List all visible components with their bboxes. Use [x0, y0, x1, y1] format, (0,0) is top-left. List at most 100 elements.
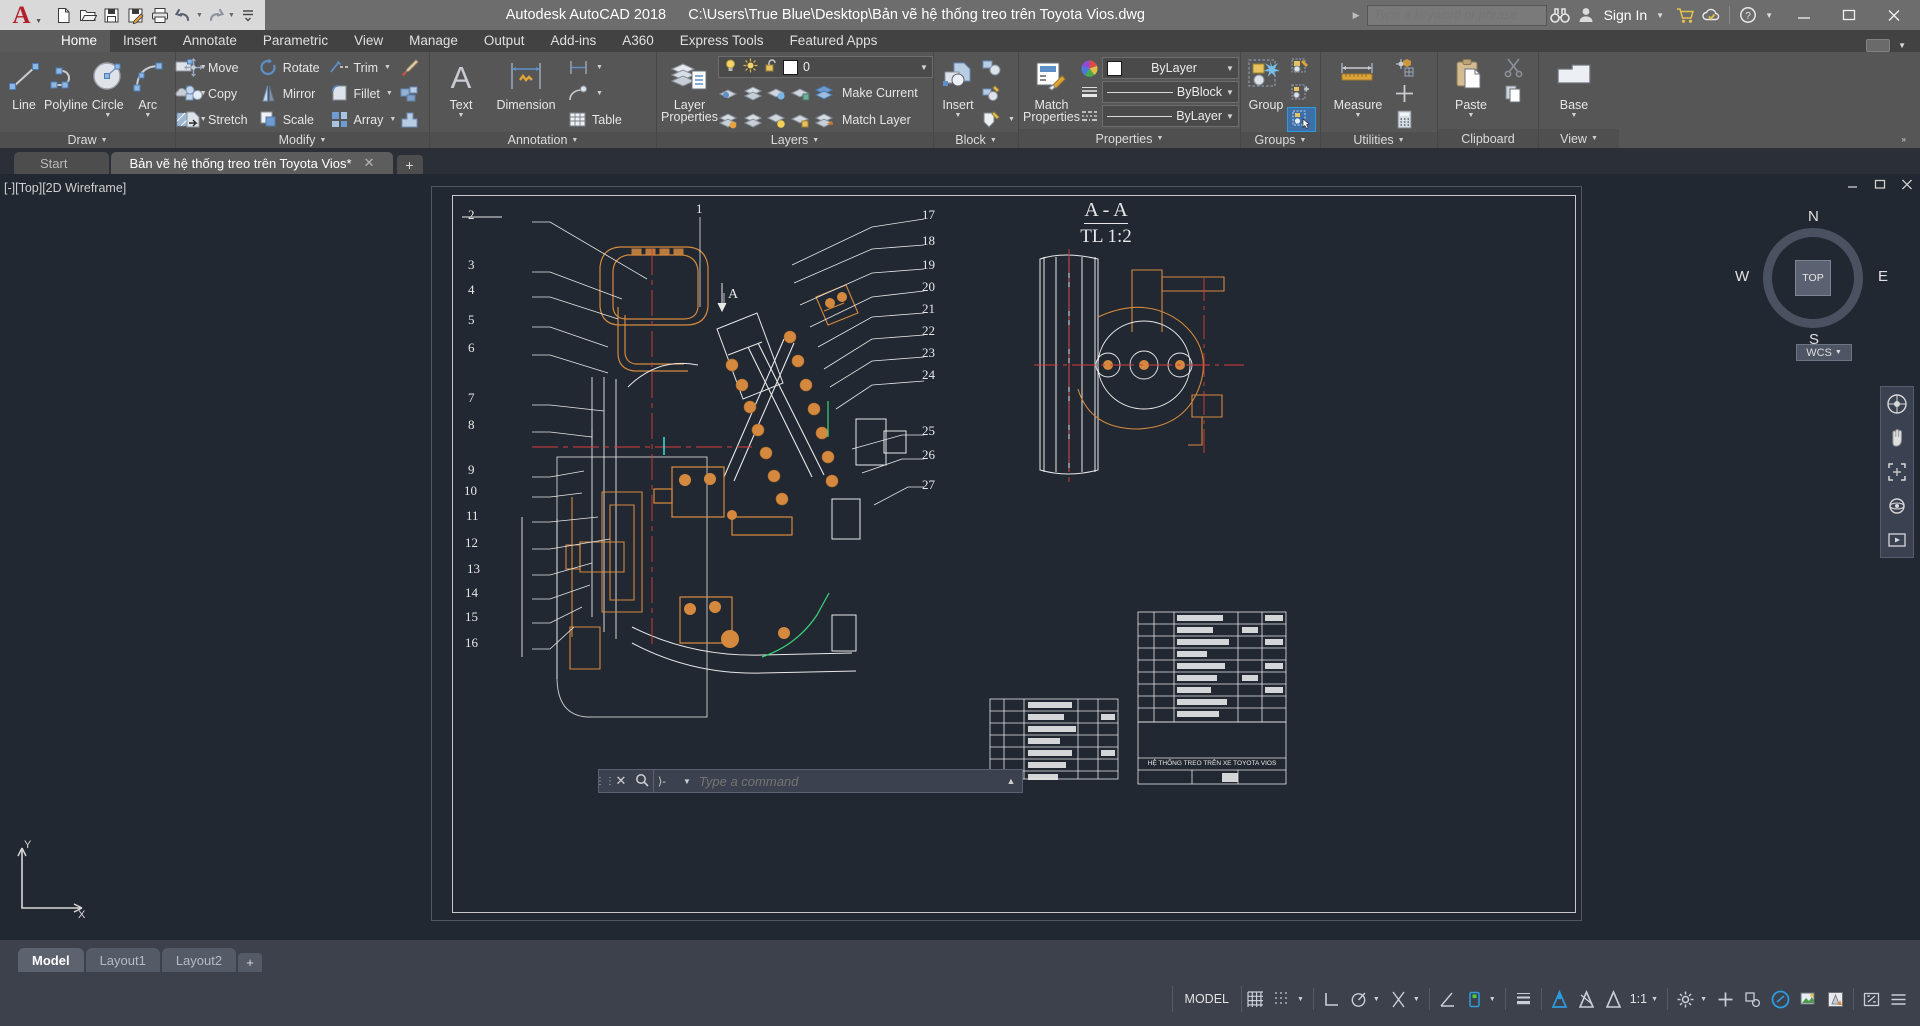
document-tab-start[interactable]: Start	[14, 152, 110, 174]
sun-freeze-icon[interactable]	[743, 58, 758, 76]
panel-title-block[interactable]: Block ▼	[934, 132, 1018, 148]
annotation-scale-chevron-down-icon[interactable]: ▼	[1650, 996, 1663, 1003]
lightbulb-icon[interactable]	[723, 58, 738, 76]
new-document-tab-button[interactable]: +	[396, 155, 423, 174]
ribbon-tab-home[interactable]: Home	[48, 30, 111, 52]
help-icon[interactable]: ?	[1735, 2, 1761, 28]
layer-color-swatch[interactable]	[782, 59, 798, 75]
group-edit-button[interactable]	[1287, 81, 1316, 106]
base-view-button[interactable]: Base ▼	[1543, 55, 1605, 129]
panel-block-chevron-down-icon[interactable]: ▼	[990, 137, 997, 144]
command-input[interactable]	[694, 773, 1000, 789]
ribbon-tab-annotate[interactable]: Annotate	[170, 30, 250, 52]
object-snap-chevron-down-icon[interactable]: ▼	[1412, 996, 1425, 1003]
lineweight-combo[interactable]: ByBlock ▼	[1101, 81, 1239, 103]
hardware-acceleration-button[interactable]	[1739, 984, 1766, 1014]
quick-calc-id-point-button[interactable]	[1391, 55, 1418, 80]
ortho-mode-toggle[interactable]	[1318, 984, 1345, 1014]
model-space-button[interactable]: MODEL	[1171, 986, 1242, 1012]
command-line-grip-icon[interactable]: ⋮⋮	[595, 770, 615, 792]
vp-minimize-icon[interactable]	[1847, 179, 1860, 193]
modify-erase-button[interactable]	[396, 55, 426, 80]
modify-trim-chevron-down-icon[interactable]: ▼	[384, 64, 391, 71]
block-attribute-chevron-down-icon[interactable]: ▼	[1008, 116, 1015, 123]
modify-move-button[interactable]: Move	[180, 55, 255, 80]
draw-line-button[interactable]: Line	[4, 55, 44, 132]
zoom-extents-icon[interactable]	[1884, 459, 1910, 485]
annotation-dim-linear-button[interactable]: ▼	[564, 55, 636, 80]
command-line-close-icon[interactable]: ✕	[611, 773, 631, 789]
snap-mode-chevron-down-icon[interactable]: ▼	[1296, 996, 1309, 1003]
new-layout-button[interactable]: +	[238, 953, 263, 972]
linetype-chevron-down-icon[interactable]: ▼	[1226, 112, 1234, 121]
match-layer-button[interactable]: Match Layer	[838, 107, 914, 132]
drawing-sheet[interactable]: HỆ THỐNG TREO TRÊN XE TOYOTA VIOS A - A …	[431, 186, 1582, 921]
polar-tracking-toggle[interactable]	[1345, 984, 1372, 1014]
layer-delete-icon[interactable]	[766, 109, 788, 131]
view-cube-west-label[interactable]: W	[1735, 268, 1749, 285]
object-snap-toggle[interactable]	[1385, 984, 1412, 1014]
cut-button[interactable]	[1500, 55, 1527, 80]
layer-off-icon[interactable]	[718, 109, 740, 131]
measure-chevron-down-icon[interactable]: ▼	[1355, 112, 1362, 119]
polar-tracking-chevron-down-icon[interactable]: ▼	[1372, 996, 1385, 1003]
lineweight-display-toggle[interactable]	[1510, 984, 1537, 1014]
draw-polyline-button[interactable]: Polyline	[44, 55, 88, 132]
customize-qat-icon[interactable]	[236, 4, 259, 27]
panel-properties-chevron-down-icon[interactable]: ▼	[1157, 135, 1164, 142]
modify-stretch-button[interactable]: Stretch	[180, 107, 255, 132]
infocenter-expand-icon[interactable]: ▶	[1346, 10, 1367, 21]
modify-fillet-chevron-down-icon[interactable]: ▼	[386, 90, 393, 97]
measure-button[interactable]: Measure ▼	[1325, 55, 1391, 132]
ribbon-minimize-chevron-icon[interactable]: ▼	[1894, 41, 1914, 50]
layer-unisolate-icon[interactable]	[742, 82, 764, 104]
annotation-table-button[interactable]: Table	[564, 107, 636, 132]
id-point-button[interactable]	[1391, 81, 1418, 106]
lineweight-chevron-down-icon[interactable]: ▼	[1226, 88, 1234, 97]
panel-draw-chevron-down-icon[interactable]: ▼	[101, 137, 108, 144]
edit-block-button[interactable]	[978, 81, 1018, 106]
panel-annotation-chevron-down-icon[interactable]: ▼	[571, 137, 578, 144]
make-current-button[interactable]: Make Current	[838, 80, 921, 105]
group-button[interactable]: Group	[1245, 55, 1287, 132]
panel-title-layers[interactable]: Layers ▼	[657, 132, 933, 148]
match-properties-button[interactable]: Match Properties	[1023, 55, 1080, 129]
layer-combo-chevron-down-icon[interactable]: ▼	[920, 63, 928, 72]
annotation-leader-button[interactable]: ▼	[564, 81, 636, 106]
annotation-scale-value[interactable]: 1:1	[1627, 992, 1650, 1006]
panel-title-utilities[interactable]: Utilities ▼	[1321, 132, 1437, 148]
layout-tab-layout1[interactable]: Layout1	[85, 948, 160, 972]
object-snap-tracking-toggle[interactable]	[1434, 984, 1461, 1014]
paste-chevron-down-icon[interactable]: ▼	[1468, 112, 1475, 119]
modify-fillet-button[interactable]: Fillet ▼	[326, 81, 396, 106]
ribbon-tab-manage[interactable]: Manage	[396, 30, 471, 52]
annotation-dimension-button[interactable]: Dimension	[488, 55, 564, 132]
block-attribute-button[interactable]: ▼	[978, 107, 1018, 132]
user-account-icon[interactable]	[1573, 2, 1599, 28]
modify-scale-button[interactable]: Scale	[255, 107, 326, 132]
view-cube-top-face[interactable]: TOP	[1795, 260, 1831, 296]
minimize-icon[interactable]	[1781, 0, 1826, 30]
command-prompt-chevron-down-icon[interactable]: ▼	[683, 777, 695, 786]
panel-modify-chevron-down-icon[interactable]: ▼	[319, 137, 326, 144]
copy-clip-button[interactable]	[1500, 81, 1527, 106]
panel-layers-chevron-down-icon[interactable]: ▼	[812, 137, 819, 144]
wcs-chevron-down-icon[interactable]: ▼	[1835, 349, 1842, 356]
paste-button[interactable]: Paste ▼	[1442, 55, 1500, 129]
open-file-icon[interactable]	[76, 4, 99, 27]
layer-lock-icon[interactable]	[790, 82, 812, 104]
layer-merge-icon[interactable]	[742, 109, 764, 131]
draw-circle-button[interactable]: Circle ▼	[88, 55, 128, 132]
modify-mirror-button[interactable]: Mirror	[255, 81, 326, 106]
draw-arc-chevron-down-icon[interactable]: ▼	[144, 112, 151, 119]
grid-display-toggle[interactable]	[1242, 984, 1269, 1014]
maximize-icon[interactable]	[1826, 0, 1871, 30]
modify-copy-button[interactable]: Copy	[180, 81, 255, 106]
modify-array-button[interactable]: Array ▼	[326, 107, 396, 132]
command-history-expand-icon[interactable]: ▲	[1000, 776, 1022, 786]
close-icon[interactable]: ✕	[364, 155, 375, 171]
orbit-icon[interactable]	[1884, 493, 1910, 519]
ribbon-tab-featured-apps[interactable]: Featured Apps	[777, 30, 891, 52]
base-view-chevron-down-icon[interactable]: ▼	[1571, 112, 1578, 119]
command-line[interactable]: ⋮⋮ ✕ ⟩- ▼ ▲	[595, 769, 1023, 793]
